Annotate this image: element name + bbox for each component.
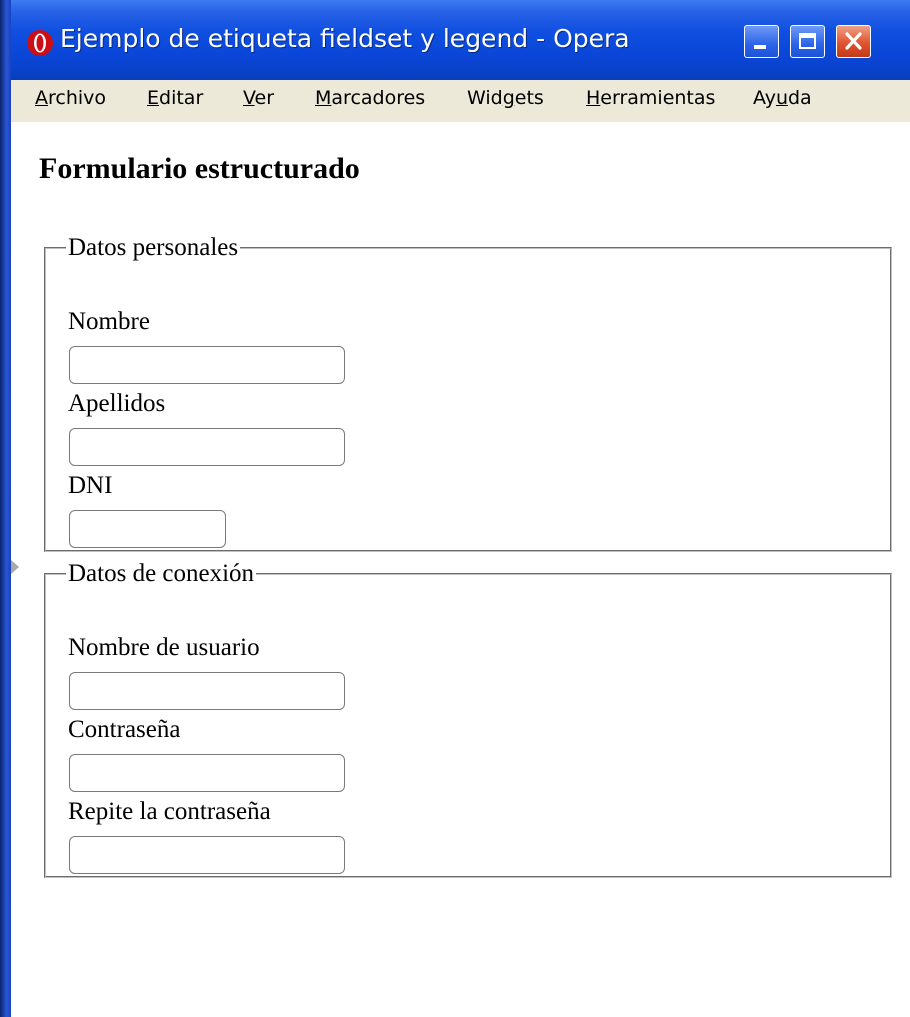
menu-widgets[interactable]: Widgets (467, 85, 544, 111)
maximize-button[interactable] (790, 25, 825, 58)
legend-datos-personales: Datos personales (68, 234, 239, 261)
menu-ver[interactable]: Ver (243, 85, 274, 111)
menu-mnemonic: g (502, 87, 515, 109)
opera-logo-icon (27, 30, 53, 56)
label-repite-contrasena: Repite la contraseña (68, 798, 271, 825)
maximize-icon (799, 33, 816, 49)
fieldset-datos-personales: Datos personales Nombre Apellidos DNI (44, 234, 892, 552)
usuario-input[interactable] (69, 672, 345, 710)
apellidos-input[interactable] (69, 428, 345, 466)
menu-mnemonic: V (243, 87, 255, 109)
page-title: Formulario estructurado (39, 152, 360, 185)
menu-label: da (788, 87, 812, 109)
menu-mnemonic: u (775, 87, 788, 109)
menu-label: Wid (467, 87, 503, 109)
dni-input[interactable] (69, 510, 226, 548)
menu-label: Ay (753, 87, 776, 109)
window-title: Ejemplo de etiqueta fieldset y legend - … (60, 24, 630, 53)
repite-contrasena-input[interactable] (69, 836, 345, 874)
menu-herramientas[interactable]: Herramientas (586, 85, 715, 111)
menu-mnemonic: M (315, 87, 332, 109)
fieldset-datos-conexion: Datos de conexión Nombre de usuario Cont… (44, 560, 892, 878)
window-left-border (0, 0, 11, 1017)
panel-toggle-arrow-icon[interactable] (11, 560, 19, 574)
menu-label: ets (514, 87, 544, 109)
menu-label: rchivo (48, 87, 107, 109)
menu-mnemonic: H (586, 87, 601, 109)
label-apellidos: Apellidos (68, 390, 166, 417)
menu-label: erramientas (600, 87, 716, 109)
label-dni: DNI (68, 472, 113, 499)
menu-archivo[interactable]: Archivo (35, 85, 106, 111)
label-nombre: Nombre (68, 308, 150, 335)
page-content: Formulario estructurado Datos personales… (11, 122, 910, 1017)
menu-label: arcadores (331, 87, 426, 109)
minimize-button[interactable] (744, 25, 779, 58)
label-nombre-de-usuario: Nombre de usuario (68, 634, 260, 661)
minimize-icon (754, 45, 766, 49)
close-icon (845, 32, 862, 50)
legend-datos-conexion: Datos de conexión (68, 560, 255, 587)
title-bar[interactable]: Ejemplo de etiqueta fieldset y legend - … (0, 0, 910, 80)
menu-label: er (254, 87, 275, 109)
close-button[interactable] (836, 25, 871, 58)
menu-mnemonic: A (35, 87, 48, 109)
menu-marcadores[interactable]: Marcadores (315, 85, 425, 111)
menu-label: ditar (159, 87, 204, 109)
nombre-input[interactable] (69, 346, 345, 384)
label-contrasena: Contraseña (68, 716, 181, 743)
menu-ayuda[interactable]: Ayuda (753, 85, 812, 111)
contrasena-input[interactable] (69, 754, 345, 792)
menu-bar: Archivo Editar Ver Marcadores Widgets He… (11, 80, 910, 122)
menu-mnemonic: E (147, 87, 160, 109)
menu-editar[interactable]: Editar (147, 85, 203, 111)
